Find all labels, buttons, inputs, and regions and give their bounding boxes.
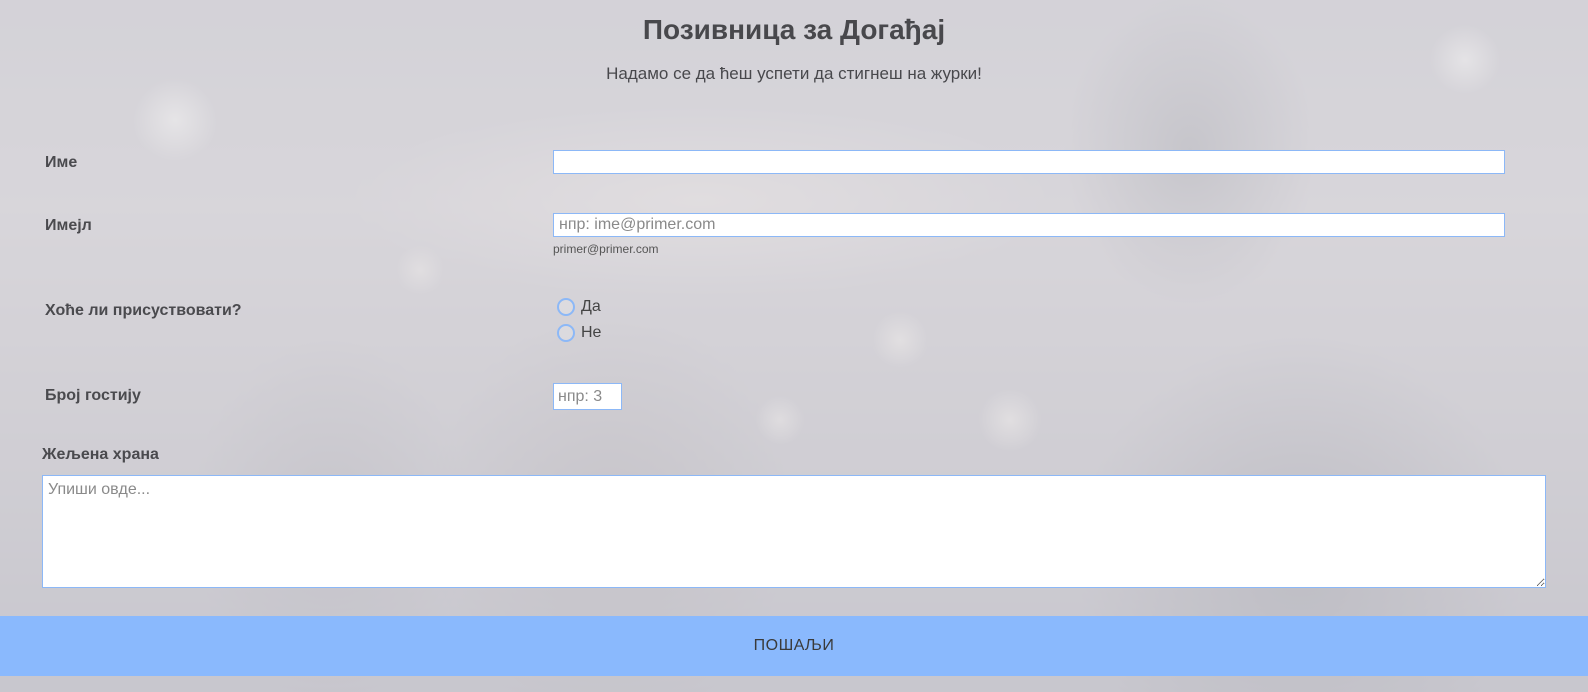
radio-circle-icon[interactable]	[557, 298, 575, 316]
name-label: Име	[45, 154, 78, 171]
email-input[interactable]	[553, 213, 1505, 237]
food-label: Жељена храна	[42, 446, 159, 463]
attendance-label: Хоће ли присуствовати?	[45, 302, 242, 319]
event-invitation-page: Позивница за Догађај Надамо се да ћеш ус…	[0, 0, 1588, 692]
guests-label: Број гостију	[45, 387, 141, 404]
email-label: Имејл	[45, 217, 92, 234]
attendance-option-label: Да	[581, 298, 601, 315]
attendance-option-label: Не	[581, 324, 602, 341]
attendance-option-no[interactable]: Не	[557, 322, 601, 344]
submit-button[interactable]: ПОШАЉИ	[0, 616, 1588, 676]
attendance-option-yes[interactable]: Да	[557, 296, 601, 318]
food-textarea[interactable]	[42, 475, 1546, 588]
email-hint: primer@primer.com	[553, 242, 659, 256]
guests-input[interactable]	[553, 383, 622, 410]
page-title: Позивница за Догађај	[642, 14, 946, 45]
radio-circle-icon[interactable]	[557, 324, 575, 342]
invitation-form: Позивница за Догађај Надамо се да ћеш ус…	[0, 0, 1588, 692]
page-subtitle: Надамо се да ћеш успети да стигнеш на жу…	[606, 64, 982, 83]
name-input[interactable]	[553, 150, 1505, 174]
